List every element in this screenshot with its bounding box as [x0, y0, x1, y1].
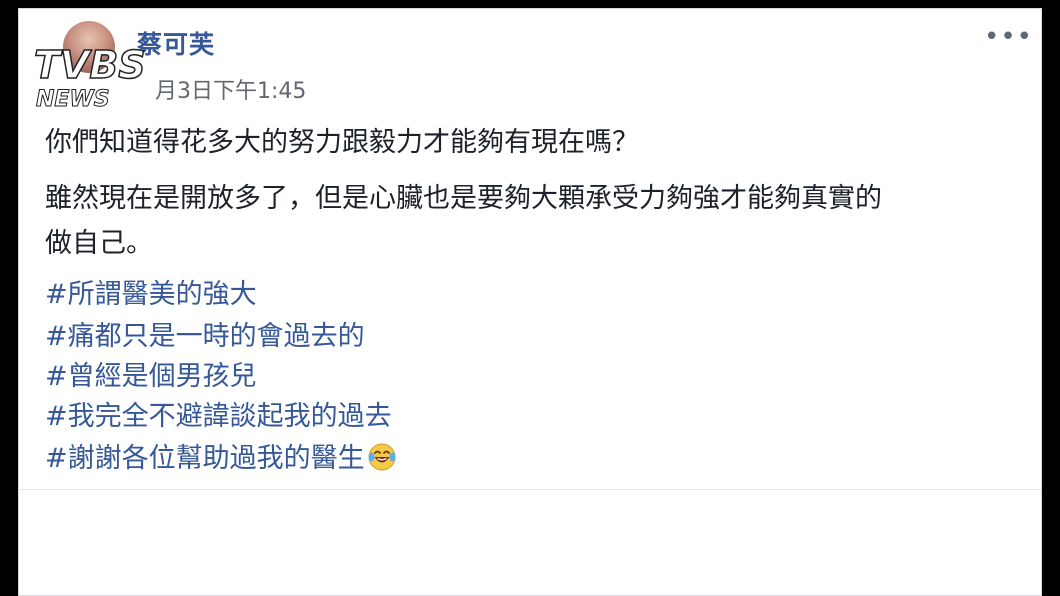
- hashtag-link[interactable]: #痛都只是一時的會過去的: [45, 317, 365, 357]
- hashtag-link[interactable]: #謝謝各位幫助過我的醫生: [45, 443, 365, 474]
- post-paragraph-2: 雖然現在是開放多了，但是心臟也是要夠大顆承受力夠強才能夠真實的: [45, 183, 882, 214]
- post-divider: [19, 489, 1041, 490]
- laughing-tears-emoji-icon: [368, 443, 396, 471]
- facebook-post-card: 蔡可芙 月3日下午1:45 ••• 你們知道得花多大的努力跟毅力才能夠有現在嗎？…: [18, 8, 1042, 596]
- hashtag-link[interactable]: #所謂醫美的強大: [45, 275, 257, 315]
- tvbs-news-watermark-logo: TVBS NEWS: [33, 42, 146, 112]
- watermark-sub: NEWS: [36, 87, 110, 112]
- post-paragraph-2-continued: 做自己。: [45, 228, 153, 259]
- hashtag-link[interactable]: #曾經是個男孩兒: [45, 357, 257, 397]
- screenshot-frame: 蔡可芙 月3日下午1:45 ••• 你們知道得花多大的努力跟毅力才能夠有現在嗎？…: [0, 0, 1060, 596]
- more-options-icon[interactable]: •••: [984, 24, 1032, 50]
- hashtag-row-last: #謝謝各位幫助過我的醫生: [45, 439, 397, 479]
- hashtag-link[interactable]: #我完全不避諱談起我的過去: [45, 397, 392, 437]
- watermark-brand: TVBS: [34, 43, 146, 87]
- post-paragraph-1: 你們知道得花多大的努力跟毅力才能夠有現在嗎？: [45, 127, 639, 158]
- post-timestamp[interactable]: 月3日下午1:45: [155, 73, 306, 105]
